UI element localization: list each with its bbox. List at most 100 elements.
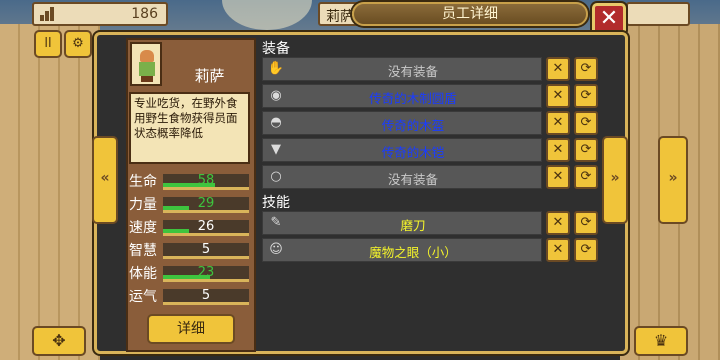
refresh-icon: ⟳	[580, 142, 592, 157]
equipment-row[interactable]: ◓ 传奇的木盔	[262, 111, 542, 135]
bar-chart-icon	[40, 7, 56, 21]
gold-counter: 186	[32, 2, 168, 26]
stat-label: 生命	[129, 174, 157, 190]
swap-button[interactable]: ✕	[546, 211, 570, 235]
refresh-icon: ⟳	[580, 242, 592, 257]
equipment-row[interactable]: ○ 没有装备	[262, 165, 542, 189]
skill-row[interactable]: ☺ 魔物之眼（小）	[262, 238, 542, 262]
stat-value: 5	[201, 242, 211, 257]
stat-row: 生命 58	[129, 172, 253, 194]
swap-icon: ✕	[552, 242, 564, 257]
move-button[interactable]: ✥	[32, 326, 86, 356]
character-description: 专业吃货，在野外食用野生食物获得员面状态概率降低	[129, 92, 250, 164]
helmet-icon: ◓	[270, 115, 282, 130]
monster-eye-icon: ☺	[269, 242, 283, 257]
refresh-icon: ⟳	[580, 215, 592, 230]
settings-button[interactable]: ⚙	[64, 30, 92, 58]
stat-row: 力量 29	[129, 195, 253, 217]
stat-value: 5	[201, 288, 211, 303]
stat-value: 26	[197, 219, 215, 234]
swap-button[interactable]: ✕	[546, 165, 570, 189]
top-right-tab	[626, 2, 690, 26]
whetstone-icon: ✎	[270, 215, 282, 230]
refresh-icon: ⟳	[580, 88, 592, 103]
armor-icon: ▼	[271, 142, 281, 157]
pause-button[interactable]: ll	[34, 30, 62, 58]
swap-button[interactable]: ✕	[546, 111, 570, 135]
glove-icon: ✋	[267, 61, 285, 76]
stat-bar: 5	[163, 242, 249, 259]
skill-name: 磨刀	[400, 218, 426, 233]
refresh-button[interactable]: ⟳	[574, 84, 598, 108]
stat-bar: 5	[163, 288, 249, 305]
skill-name: 魔物之眼（小）	[369, 245, 457, 260]
refresh-button[interactable]: ⟳	[574, 211, 598, 235]
name-tab-label: 莉萨	[326, 9, 354, 25]
stat-label: 体能	[129, 266, 157, 282]
refresh-button[interactable]: ⟳	[574, 111, 598, 135]
next-employee-inner-button[interactable]: »	[602, 136, 628, 224]
equipment-row[interactable]: ◉ 传奇的木制圆盾	[262, 84, 542, 108]
refresh-button[interactable]: ⟳	[574, 57, 598, 81]
swap-icon: ✕	[552, 115, 564, 130]
wall-left	[0, 24, 100, 360]
double-chevron-left-icon: «	[100, 170, 110, 186]
equipment-row[interactable]: ▼ 传奇的木铠	[262, 138, 542, 162]
stat-bar: 23	[163, 265, 249, 282]
stat-bar: 29	[163, 196, 249, 213]
prev-employee-inner-button[interactable]: «	[92, 136, 118, 224]
refresh-button[interactable]: ⟳	[574, 238, 598, 262]
dialog-title: 员工详细	[442, 6, 498, 22]
move-icon: ✥	[52, 331, 66, 350]
crown-button[interactable]: ♛	[634, 326, 688, 356]
refresh-icon: ⟳	[580, 61, 592, 76]
shield-icon: ◉	[270, 88, 282, 103]
close-icon: ✕	[599, 6, 619, 31]
refresh-button[interactable]: ⟳	[574, 165, 598, 189]
equipment-name: 传奇的木制圆盾	[369, 91, 457, 106]
dialog-title-bar: 员工详细	[352, 2, 588, 26]
double-chevron-right-icon: »	[668, 170, 678, 186]
stat-bar: 26	[163, 219, 249, 236]
swap-icon: ✕	[552, 169, 564, 184]
stat-row: 运气 5	[129, 287, 253, 309]
swap-icon: ✕	[552, 88, 564, 103]
detail-button[interactable]: 详细	[147, 314, 235, 344]
refresh-button[interactable]: ⟳	[574, 138, 598, 162]
equipment-row[interactable]: ✋ 没有装备	[262, 57, 542, 81]
swap-button[interactable]: ✕	[546, 57, 570, 81]
crown-icon: ♛	[653, 331, 669, 350]
swap-icon: ✕	[552, 142, 564, 157]
equipment-name: 传奇的木盔	[381, 118, 445, 133]
equipment-name: 没有装备	[387, 64, 438, 79]
skill-row[interactable]: ✎ 磨刀	[262, 211, 542, 235]
swap-button[interactable]: ✕	[546, 138, 570, 162]
stat-value: 58	[197, 173, 215, 188]
stat-row: 智慧 5	[129, 241, 253, 263]
refresh-icon: ⟳	[580, 169, 592, 184]
character-name: 莉萨	[194, 67, 225, 85]
swap-button[interactable]: ✕	[546, 84, 570, 108]
equipment-name: 没有装备	[387, 172, 438, 187]
swap-icon: ✕	[552, 61, 564, 76]
double-chevron-right-icon: »	[610, 170, 620, 186]
character-portrait	[130, 42, 162, 86]
swap-icon: ✕	[552, 215, 564, 230]
stat-label: 智慧	[129, 243, 157, 259]
equipment-title: 装备	[262, 41, 290, 57]
stat-label: 速度	[129, 220, 157, 236]
gold-value: 186	[131, 6, 158, 22]
stat-label: 力量	[129, 197, 157, 213]
stat-label: 运气	[129, 289, 157, 305]
next-employee-outer-button[interactable]: »	[658, 136, 688, 224]
refresh-icon: ⟳	[580, 115, 592, 130]
equipment-name: 传奇的木铠	[381, 145, 445, 160]
skills-title: 技能	[262, 195, 290, 211]
stat-value: 23	[197, 265, 215, 280]
swap-button[interactable]: ✕	[546, 238, 570, 262]
ring-icon: ○	[270, 169, 282, 184]
close-button[interactable]: ✕	[592, 3, 626, 35]
stat-value: 29	[197, 196, 215, 211]
stat-row: 速度 26	[129, 218, 253, 240]
stat-row: 体能 23	[129, 264, 253, 286]
